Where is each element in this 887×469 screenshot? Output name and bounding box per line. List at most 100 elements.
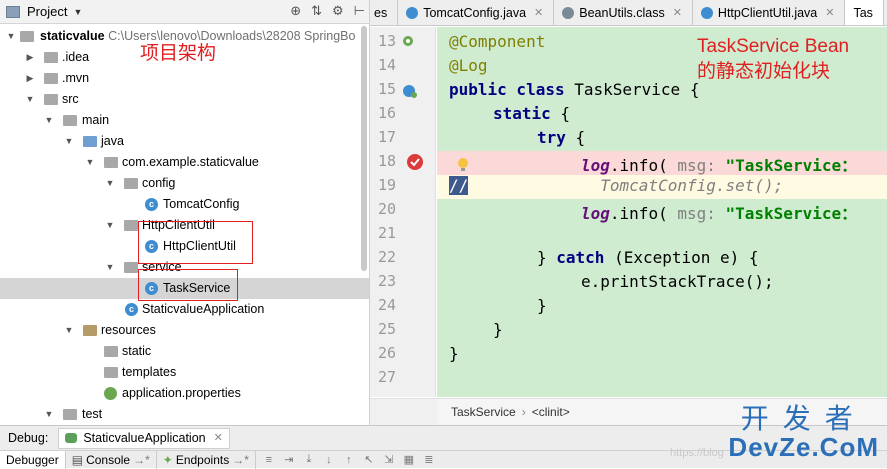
tree-item-label: java — [101, 134, 124, 148]
close-icon[interactable]: ✕ — [534, 0, 543, 25]
tree-item-label: test — [82, 407, 103, 421]
watermark: 开发者 DevZe.CoM — [728, 403, 879, 461]
chevron-right-icon[interactable]: ▶ — [25, 68, 35, 89]
line-number: 22 — [377, 248, 396, 266]
breadcrumb-item[interactable]: TaskService — [451, 405, 516, 419]
tree-item-test[interactable]: ▼ test — [0, 404, 369, 425]
tab-label: BeanUtils.class — [579, 6, 665, 20]
tree-item-label: templates — [122, 365, 177, 379]
chevron-down-icon[interactable]: ▼ — [64, 131, 74, 152]
editor-gutter[interactable]: 13 14 15 16 17 18 19 20 21 22 23 24 25 2… — [370, 27, 436, 397]
breadcrumb-separator: › — [521, 405, 526, 419]
spring-class-icon: c — [125, 303, 138, 316]
line-number: 21 — [377, 224, 396, 242]
chevron-down-icon[interactable]: ▼ — [85, 152, 95, 173]
endpoints-icon: ✦ — [162, 452, 173, 467]
step-over-icon[interactable]: ⇥ — [282, 453, 296, 466]
tab-beanutils[interactable]: BeanUtils.class ✕ — [554, 0, 693, 25]
folder-icon — [44, 52, 58, 63]
breadcrumb-gutter — [370, 398, 437, 425]
tree-item-src[interactable]: ▼ src — [0, 89, 369, 110]
tree-item-resources[interactable]: ▼ resources — [0, 320, 369, 341]
evaluate-icon[interactable]: ▦ — [402, 453, 416, 466]
debug-icon — [65, 433, 78, 443]
tree-item-static[interactable]: static — [0, 341, 369, 362]
close-icon[interactable]: ✕ — [673, 0, 682, 25]
annotation-line: TaskService Bean — [697, 36, 850, 57]
close-icon[interactable]: ✕ — [825, 0, 834, 25]
console-icon: ▤ — [71, 452, 84, 467]
tab-debugger[interactable]: Debugger — [0, 450, 66, 469]
debug-label: Debug: — [8, 431, 49, 445]
line-number: 19 — [377, 176, 396, 194]
line-number: 15 — [377, 80, 396, 98]
step-out-icon[interactable]: ↑ — [342, 454, 356, 466]
breakpoint-icon[interactable] — [406, 153, 424, 171]
code-line-19: //TomcatConfig.set(); — [449, 176, 784, 195]
spring-bean-class-icon[interactable] — [402, 83, 418, 99]
watermark-cn: 开发者 — [740, 403, 867, 434]
tree-item-templates[interactable]: templates — [0, 362, 369, 383]
line-number: 24 — [377, 296, 396, 314]
package-icon — [124, 220, 138, 231]
breadcrumb-item[interactable]: <clinit> — [532, 405, 570, 419]
tree-item-label: main — [82, 113, 110, 127]
project-scrollbar[interactable] — [361, 26, 367, 271]
tree-item-label: staticvalue — [40, 29, 105, 43]
debug-session-tab[interactable]: StaticvalueApplication ✕ — [58, 427, 230, 449]
lightbulb-icon[interactable] — [457, 157, 469, 173]
folder-icon — [104, 346, 118, 357]
chevron-down-icon[interactable]: ▼ — [44, 404, 54, 425]
tab-label: TomcatConfig.java — [423, 6, 527, 20]
chevron-down-icon[interactable]: ▼ — [105, 257, 115, 278]
editor-tab-bar: es TomcatConfig.java ✕ BeanUtils.class ✕… — [370, 0, 887, 26]
collapse-all-icon[interactable]: ⇅ — [311, 3, 322, 19]
chevron-down-icon[interactable]: ▼ — [25, 89, 35, 110]
tree-item-config[interactable]: ▼ config — [0, 173, 369, 194]
line-number: 16 — [377, 104, 396, 122]
watermark-url: https://blog — [670, 447, 724, 459]
drop-frame-icon[interactable]: ↖ — [362, 453, 376, 466]
tree-item-staticvalueapplication[interactable]: c StaticvalueApplication — [0, 299, 369, 320]
chevron-down-icon[interactable]: ▼ — [105, 215, 115, 236]
tree-item-label: static — [122, 344, 152, 358]
tree-item-tomcatconfig[interactable]: c TomcatConfig — [0, 194, 369, 215]
debug-session-label: StaticvalueApplication — [83, 430, 206, 445]
project-view-icon — [6, 5, 20, 18]
spring-bean-icon[interactable] — [402, 35, 414, 47]
chevron-down-icon[interactable]: ▼ — [6, 26, 16, 47]
force-step-into-icon[interactable]: ↓ — [322, 454, 336, 466]
gear-icon[interactable]: ⚙ — [332, 3, 344, 19]
folder-icon — [20, 31, 34, 42]
tab-console[interactable]: ▤ Console →* — [66, 450, 157, 469]
tree-item-label: config — [142, 176, 176, 190]
chevron-down-icon[interactable]: ▼ — [105, 173, 115, 194]
highlight-box-taskservice — [138, 269, 238, 301]
tree-item-package-root[interactable]: ▼ com.example.staticvalue — [0, 152, 369, 173]
tree-item-application-properties[interactable]: application.properties — [0, 383, 369, 404]
tree-item-label: TomcatConfig — [163, 197, 240, 211]
show-execution-point-icon[interactable]: ≡ — [262, 454, 276, 466]
chevron-down-icon[interactable]: ▼ — [44, 110, 54, 131]
trace-icon[interactable]: ≣ — [422, 453, 436, 466]
folder-icon — [104, 367, 118, 378]
step-into-icon[interactable]: ⤓ — [302, 453, 316, 466]
tree-item-mvn[interactable]: ▶ .mvn — [0, 68, 369, 89]
chevron-right-icon[interactable]: ▶ — [25, 47, 35, 68]
tree-item-java[interactable]: ▼ java — [0, 131, 369, 152]
tab-taskservice[interactable]: Tas — [845, 0, 884, 25]
class-icon — [406, 7, 419, 19]
tab-partial[interactable]: es — [370, 0, 399, 25]
hide-panel-icon[interactable]: ⊢ — [354, 3, 365, 19]
tab-endpoints[interactable]: ✦ Endpoints →* — [157, 450, 256, 469]
chevron-down-icon[interactable]: ▼ — [73, 7, 82, 17]
folder-icon — [63, 115, 77, 126]
code-line-23: e.printStackTrace(); — [581, 272, 774, 291]
tab-tomcatconfig[interactable]: TomcatConfig.java ✕ — [398, 0, 555, 25]
run-to-cursor-icon[interactable]: ⇲ — [382, 453, 396, 466]
chevron-down-icon[interactable]: ▼ — [64, 320, 74, 341]
locate-icon[interactable]: ⊕ — [290, 3, 301, 19]
tree-item-main[interactable]: ▼ main — [0, 110, 369, 131]
close-icon[interactable]: ✕ — [214, 428, 223, 449]
tab-httpclientutil[interactable]: HttpClientUtil.java ✕ — [693, 0, 846, 25]
